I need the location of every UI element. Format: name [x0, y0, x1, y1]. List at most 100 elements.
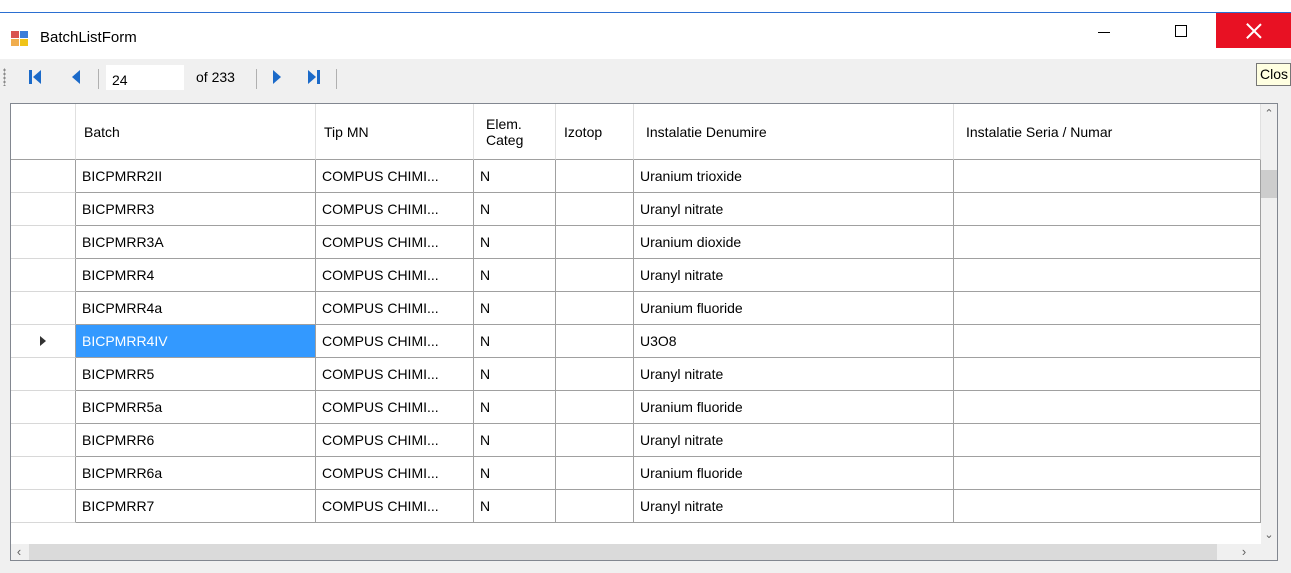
cell-izotop[interactable]	[556, 325, 634, 358]
table-row[interactable]: BICPMRR5a COMPUS CHIMI... N Uranium fluorid…	[11, 391, 1261, 424]
cell-elem-categ[interactable]: N	[474, 358, 556, 391]
table-row[interactable]: BICPMRR6a COMPUS CHIMI... N Uranium fluorid…	[11, 457, 1261, 490]
cell-batch[interactable]: BICPMRR6a	[76, 457, 316, 490]
table-row[interactable]: BICPMRR2II COMPUS CHIMI... N Uranium trioxi…	[11, 160, 1261, 193]
move-last-button[interactable]	[302, 64, 326, 90]
row-header[interactable]	[11, 259, 76, 292]
toolbar-grip[interactable]	[3, 68, 6, 86]
cell-batch[interactable]: BICPMRR5	[76, 358, 316, 391]
row-header[interactable]	[11, 490, 76, 523]
cell-instalatie-denumire[interactable]: Uranyl nitrate	[634, 193, 954, 226]
cell-tip-mn[interactable]: COMPUS CHIMI...	[316, 490, 474, 523]
cell-tip-mn[interactable]: COMPUS CHIMI...	[316, 457, 474, 490]
column-header-tip-mn[interactable]: Tip MN	[316, 104, 474, 160]
column-header-elem-categ[interactable]: Elem. Categ	[474, 104, 556, 160]
cell-izotop[interactable]	[556, 292, 634, 325]
cell-tip-mn[interactable]: COMPUS CHIMI...	[316, 358, 474, 391]
minimize-button[interactable]	[1075, 13, 1133, 48]
table-row[interactable]: BICPMRR4a COMPUS CHIMI... N Uranium fluorid…	[11, 292, 1261, 325]
position-input[interactable]	[106, 65, 184, 90]
cell-batch[interactable]: BICPMRR6	[76, 424, 316, 457]
maximize-button[interactable]	[1152, 13, 1210, 48]
cell-batch[interactable]: BICPMRR4IV	[76, 325, 316, 358]
column-header-izotop[interactable]: Izotop	[556, 104, 634, 160]
cell-instalatie-denumire[interactable]: Uranyl nitrate	[634, 424, 954, 457]
row-header[interactable]	[11, 424, 76, 457]
row-header[interactable]	[11, 193, 76, 226]
batch-data-grid[interactable]: Batch Tip MN Elem. Categ Izotop Instalat…	[10, 103, 1278, 561]
cell-instalatie-denumire[interactable]: U3O8	[634, 325, 954, 358]
cell-elem-categ[interactable]: N	[474, 160, 556, 193]
cell-batch[interactable]: BICPMRR4	[76, 259, 316, 292]
cell-elem-categ[interactable]: N	[474, 490, 556, 523]
table-row[interactable]: BICPMRR4 COMPUS CHIMI... N Uranyl nitrate	[11, 259, 1261, 292]
cell-instalatie-denumire[interactable]: Uranium dioxide	[634, 226, 954, 259]
cell-instalatie-denumire[interactable]: Uranyl nitrate	[634, 358, 954, 391]
table-row[interactable]: BICPMRR3 COMPUS CHIMI... N Uranyl nitrate	[11, 193, 1261, 226]
cell-instalatie-seria-numar[interactable]	[954, 292, 1261, 325]
move-first-button[interactable]	[23, 64, 47, 90]
row-header[interactable]	[11, 292, 76, 325]
cell-tip-mn[interactable]: COMPUS CHIMI...	[316, 226, 474, 259]
cell-elem-categ[interactable]: N	[474, 424, 556, 457]
cell-tip-mn[interactable]: COMPUS CHIMI...	[316, 292, 474, 325]
column-header-batch[interactable]: Batch	[76, 104, 316, 160]
row-header[interactable]	[11, 325, 76, 358]
cell-izotop[interactable]	[556, 424, 634, 457]
cell-batch[interactable]: BICPMRR3	[76, 193, 316, 226]
row-header[interactable]	[11, 358, 76, 391]
table-row[interactable]: BICPMRR3A COMPUS CHIMI... N Uranium dioxide	[11, 226, 1261, 259]
cell-instalatie-seria-numar[interactable]	[954, 490, 1261, 523]
cell-izotop[interactable]	[556, 391, 634, 424]
table-row[interactable]: BICPMRR4IV COMPUS CHIMI... N U3O8	[11, 325, 1261, 358]
vertical-scroll-thumb[interactable]	[1261, 170, 1277, 198]
cell-elem-categ[interactable]: N	[474, 259, 556, 292]
column-header-instalatie-seria-numar[interactable]: Instalatie Seria / Numar	[954, 104, 1261, 160]
cell-elem-categ[interactable]: N	[474, 193, 556, 226]
cell-instalatie-seria-numar[interactable]	[954, 226, 1261, 259]
row-header[interactable]	[11, 160, 76, 193]
cell-batch[interactable]: BICPMRR2II	[76, 160, 316, 193]
cell-instalatie-seria-numar[interactable]	[954, 457, 1261, 490]
cell-izotop[interactable]	[556, 490, 634, 523]
table-row[interactable]: BICPMRR7 COMPUS CHIMI... N Uranyl nitrate	[11, 490, 1261, 523]
row-header[interactable]	[11, 226, 76, 259]
cell-instalatie-denumire[interactable]: Uranyl nitrate	[634, 490, 954, 523]
cell-izotop[interactable]	[556, 457, 634, 490]
table-row[interactable]: BICPMRR6 COMPUS CHIMI... N Uranyl nitrate	[11, 424, 1261, 457]
cell-elem-categ[interactable]: N	[474, 457, 556, 490]
cell-instalatie-seria-numar[interactable]	[954, 259, 1261, 292]
cell-instalatie-denumire[interactable]: Uranyl nitrate	[634, 259, 954, 292]
cell-batch[interactable]: BICPMRR4a	[76, 292, 316, 325]
close-button[interactable]	[1216, 13, 1291, 48]
column-header-instalatie-denumire[interactable]: Instalatie Denumire	[634, 104, 954, 160]
scroll-left-icon[interactable]: ‹	[14, 545, 24, 558]
cell-instalatie-denumire[interactable]: Uranium trioxide	[634, 160, 954, 193]
scroll-down-icon[interactable]: ⌄	[1264, 530, 1274, 541]
cell-elem-categ[interactable]: N	[474, 292, 556, 325]
cell-izotop[interactable]	[556, 193, 634, 226]
row-header-column[interactable]	[11, 104, 76, 160]
table-row[interactable]: BICPMRR5 COMPUS CHIMI... N Uranyl nitrate	[11, 358, 1261, 391]
row-header[interactable]	[11, 391, 76, 424]
scroll-up-icon[interactable]: ⌃	[1264, 109, 1274, 120]
cell-batch[interactable]: BICPMRR3A	[76, 226, 316, 259]
cell-instalatie-seria-numar[interactable]	[954, 160, 1261, 193]
cell-izotop[interactable]	[556, 358, 634, 391]
cell-tip-mn[interactable]: COMPUS CHIMI...	[316, 424, 474, 457]
cell-instalatie-seria-numar[interactable]	[954, 193, 1261, 226]
cell-instalatie-denumire[interactable]: Uranium fluoride	[634, 457, 954, 490]
move-previous-button[interactable]	[64, 64, 88, 90]
cell-instalatie-denumire[interactable]: Uranium fluoride	[634, 292, 954, 325]
cell-batch[interactable]: BICPMRR7	[76, 490, 316, 523]
horizontal-scrollbar[interactable]: ‹ ›	[11, 544, 1261, 560]
cell-elem-categ[interactable]: N	[474, 391, 556, 424]
cell-instalatie-seria-numar[interactable]	[954, 358, 1261, 391]
cell-elem-categ[interactable]: N	[474, 325, 556, 358]
horizontal-scroll-thumb[interactable]	[29, 544, 1217, 560]
row-header[interactable]	[11, 457, 76, 490]
cell-elem-categ[interactable]: N	[474, 226, 556, 259]
cell-izotop[interactable]	[556, 259, 634, 292]
vertical-scrollbar[interactable]: ⌃ ⌄	[1261, 104, 1277, 544]
scroll-right-icon[interactable]: ›	[1239, 545, 1249, 558]
